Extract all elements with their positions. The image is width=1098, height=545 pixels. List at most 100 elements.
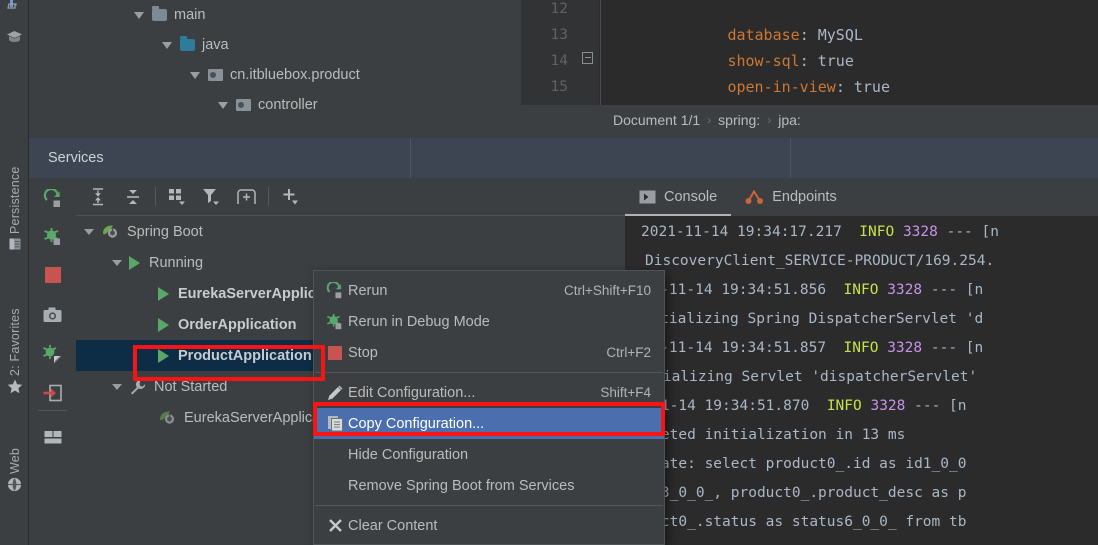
chevron-down-icon[interactable] <box>190 71 200 79</box>
project-tree-row-main[interactable]: main <box>29 0 521 30</box>
editor-gutter: 12 13 14 15 <box>521 0 577 105</box>
log-date: 2021-11-14 <box>641 224 729 240</box>
line-number: 13 <box>550 27 568 43</box>
menu-item-rerun-in-debug-mode[interactable]: Rerun in Debug Mode <box>314 306 664 337</box>
log-pid: 3328 <box>902 224 938 240</box>
wrench-icon <box>129 379 146 395</box>
menu-item-copy-configuration[interactable]: Copy Configuration... <box>314 408 664 439</box>
rerun-icon[interactable] <box>29 180 76 218</box>
log-line: roduct0_.status as status6_0_0_ from tb <box>626 514 967 530</box>
layout-icon[interactable] <box>29 418 76 456</box>
tree-row-label: Not Started <box>154 378 228 395</box>
tab-endpoints[interactable]: Endpoints <box>731 178 851 216</box>
tree-row-label: Running <box>149 254 204 271</box>
chevron-down-icon[interactable] <box>162 41 172 49</box>
menu-item-edit-configuration[interactable]: Edit Configuration... Shift+F4 <box>314 377 664 408</box>
chevron-down-icon[interactable] <box>84 228 94 235</box>
add-service-icon[interactable] <box>274 182 308 212</box>
editor-code-area[interactable]: database: MySQL show-sql: true open-in-v… <box>600 0 1098 105</box>
package-icon <box>208 69 223 81</box>
menu-item-hide-configuration[interactable]: Hide Configuration <box>314 439 664 470</box>
console-output[interactable]: 2021-11-14 19:34:17.217 INFO 3328 --- [n… <box>625 216 1098 545</box>
learn-graduation-cap-icon[interactable] <box>0 24 29 50</box>
menu-item-label: Copy Configuration... <box>348 415 485 432</box>
log-line: 021-11-14 19:34:51.856 INFO 3328 --- [n <box>625 276 1098 305</box>
menu-separator <box>315 372 663 373</box>
breadcrumb-document[interactable]: Document 1/1 <box>613 112 700 128</box>
yaml-key: show-sql <box>727 52 800 70</box>
menu-item-label: Clear Content <box>348 517 438 534</box>
menu-item-remove-spring-boot-from-services[interactable]: Remove Spring Boot from Services <box>314 470 664 501</box>
capture-dump-camera-icon[interactable] <box>29 296 76 334</box>
editor-fold-column[interactable] <box>577 0 599 105</box>
log-pid: 3328 <box>870 398 906 414</box>
star-icon <box>7 379 23 394</box>
chevron-right-icon: › <box>767 113 772 127</box>
pencil-icon <box>322 384 348 401</box>
sidebar-item-favorites[interactable]: 2: Favorites <box>0 288 29 394</box>
menu-item-rerun[interactable]: Rerun Ctrl+Shift+F10 <box>314 275 664 306</box>
yaml-value: true <box>817 52 854 70</box>
attach-debugger-icon[interactable] <box>29 335 76 373</box>
log-line: DiscoveryClient_SERVICE-PRODUCT/169.254. <box>645 253 995 269</box>
chevron-down-icon[interactable] <box>112 383 122 390</box>
sidebar-item-web[interactable]: Web <box>0 430 29 492</box>
sidebar-item-persistence[interactable]: Persistence <box>0 142 29 251</box>
tree-row-spring-boot[interactable]: Spring Boot <box>76 216 654 247</box>
chevron-down-icon[interactable] <box>134 11 144 19</box>
spring-boot-gray-icon <box>158 410 176 425</box>
add-tab-icon[interactable] <box>229 182 263 212</box>
menu-item-label: Rerun <box>348 282 388 299</box>
log-tail: --- [n <box>914 398 967 414</box>
log-line: Initializing Servlet 'dispatcherServlet' <box>628 369 978 385</box>
sidebar-item-favorites-label: 2: Favorites <box>7 308 22 376</box>
bookmark-partial-icon[interactable] <box>0 0 29 20</box>
collapse-all-icon[interactable] <box>116 182 150 212</box>
yaml-value: true <box>853 78 890 96</box>
stop-icon[interactable] <box>29 256 76 294</box>
breadcrumb-spring[interactable]: spring: <box>718 112 760 128</box>
line-number: 14 <box>550 53 568 69</box>
services-tab-title[interactable]: Services <box>48 138 104 178</box>
services-tool-window-header: Services <box>29 138 1098 178</box>
project-tree-row-package[interactable]: cn.itbluebox.product <box>29 60 521 90</box>
filter-icon[interactable] <box>195 182 229 212</box>
tab-endpoints-label: Endpoints <box>772 189 837 205</box>
exit-icon[interactable] <box>29 374 76 412</box>
project-tree-label: cn.itbluebox.product <box>230 67 360 83</box>
log-pid: 3328 <box>887 282 923 298</box>
run-green-icon <box>158 348 169 363</box>
header-divider <box>790 138 791 178</box>
tab-console[interactable]: Console <box>625 178 732 216</box>
menu-item-clear-content[interactable]: Clear Content <box>314 510 664 541</box>
menu-item-stop[interactable]: Stop Ctrl+F2 <box>314 337 664 368</box>
tree-row-label: OrderApplication <box>178 316 297 333</box>
run-green-icon <box>158 317 169 332</box>
sidebar-item-web-label: Web <box>7 447 22 474</box>
expand-all-icon[interactable] <box>82 182 116 212</box>
project-tree-panel: main java cn.itbluebox.product controlle… <box>29 0 521 138</box>
breadcrumb: Document 1/1 › spring: › jpa: <box>521 105 1098 135</box>
log-time: 19:34:51.857 <box>721 340 827 356</box>
project-tree-row-java[interactable]: java <box>29 30 521 60</box>
fold-region-icon[interactable] <box>581 51 593 64</box>
context-menu: Rerun Ctrl+Shift+F10 Rerun in Debug Mode… <box>313 270 665 545</box>
package-icon <box>236 99 251 111</box>
copy-icon <box>322 415 348 432</box>
log-tail: --- [n <box>930 282 984 298</box>
code-editor[interactable]: 12 13 14 15 database: MySQL show-sql: tr… <box>521 0 1098 105</box>
menu-item-shortcut: Shift+F4 <box>600 385 651 400</box>
project-tree-row-controller[interactable]: controller <box>29 90 521 120</box>
log-line: 021-11-14 19:34:51.857 INFO 3328 --- [n <box>625 334 1098 363</box>
chevron-down-icon[interactable] <box>218 101 228 109</box>
console-panel: Console Endpoints 2021-11-14 19:34:17.21… <box>625 178 1098 545</box>
log-line: 21-11-14 19:34:51.870 INFO 3328 --- [n <box>625 392 1098 421</box>
yaml-key: database <box>727 26 800 44</box>
chevron-down-icon[interactable] <box>112 259 122 266</box>
services-tree-toolbar <box>76 178 654 216</box>
line-number: 15 <box>550 79 568 95</box>
rerun-debug-icon[interactable] <box>29 218 76 256</box>
group-by-icon[interactable] <box>161 182 195 212</box>
run-green-icon <box>129 255 140 270</box>
breadcrumb-jpa[interactable]: jpa: <box>778 112 801 128</box>
